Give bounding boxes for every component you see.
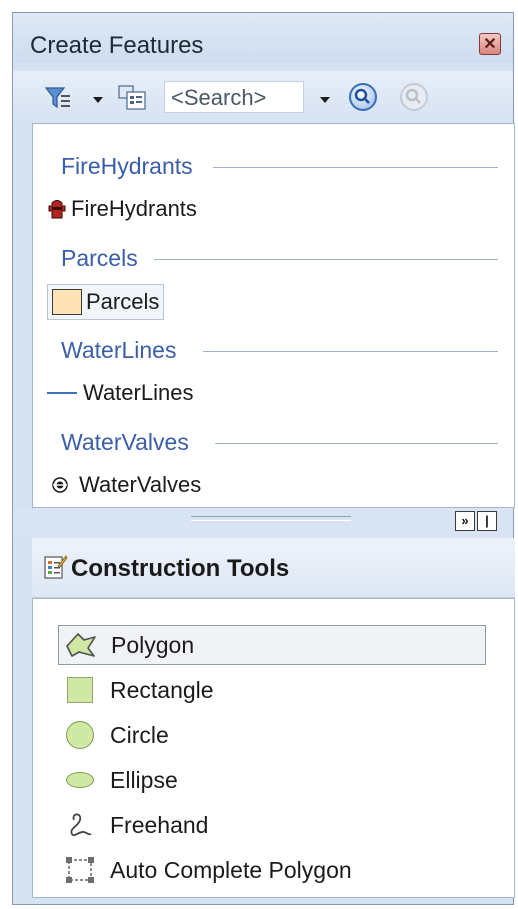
clear-search-icon bbox=[405, 88, 421, 104]
construction-tools-list: Polygon Rectangle Circle Ellipse Freehan… bbox=[32, 598, 515, 898]
template-waterlines[interactable]: WaterLines bbox=[47, 376, 193, 410]
tool-ellipse[interactable]: Ellipse bbox=[58, 760, 486, 800]
search-dropdown-chevron-down-icon[interactable] bbox=[320, 97, 330, 103]
window-title: Create Features bbox=[30, 32, 204, 59]
toolbar: <Search> bbox=[13, 71, 513, 123]
title-bar: Create Features ✕ bbox=[13, 13, 513, 63]
freehand-tool-icon bbox=[62, 809, 98, 841]
group-divider bbox=[154, 259, 498, 260]
feature-templates-list: FireHydrants FireHydrants Parcels Parcel… bbox=[32, 123, 515, 508]
rectangle-tool-icon bbox=[62, 674, 98, 706]
group-label: WaterLines bbox=[61, 337, 187, 364]
group-label: WaterValves bbox=[61, 429, 199, 456]
line-symbol-icon bbox=[47, 392, 77, 394]
search-icon bbox=[354, 88, 370, 104]
create-features-window: Create Features ✕ <Search> FireHydrants … bbox=[12, 12, 515, 905]
pane-toggle-icon: | bbox=[485, 513, 489, 528]
template-parcels[interactable]: Parcels bbox=[47, 284, 165, 320]
tool-rectangle[interactable]: Rectangle bbox=[58, 670, 486, 710]
filter-dropdown-chevron-down-icon[interactable] bbox=[93, 97, 103, 103]
double-chevron-down-icon: » bbox=[461, 513, 469, 528]
group-header-waterlines: WaterLines bbox=[33, 337, 514, 367]
construction-tools-title: Construction Tools bbox=[71, 555, 290, 582]
valve-point-icon bbox=[51, 476, 69, 494]
clear-search-button[interactable] bbox=[400, 83, 428, 111]
close-icon: ✕ bbox=[483, 36, 497, 53]
tool-label: Circle bbox=[110, 721, 169, 748]
group-divider bbox=[213, 167, 498, 168]
tool-label: Ellipse bbox=[110, 766, 178, 793]
organize-templates-icon[interactable] bbox=[118, 85, 148, 116]
pane-toggle-button[interactable]: | bbox=[477, 511, 497, 531]
tool-label: Rectangle bbox=[110, 676, 214, 703]
parcel-polygon-icon bbox=[52, 289, 82, 315]
construction-tools-icon bbox=[44, 554, 68, 580]
group-header-firehydrants: FireHydrants bbox=[33, 153, 514, 183]
template-firehydrants[interactable]: FireHydrants bbox=[47, 192, 197, 226]
group-label: Parcels bbox=[61, 245, 148, 272]
tool-label: Auto Complete Polygon bbox=[110, 856, 352, 883]
collapse-button[interactable]: » bbox=[455, 511, 475, 531]
pane-splitter[interactable]: » | bbox=[13, 508, 513, 538]
close-button[interactable]: ✕ bbox=[479, 33, 501, 55]
polygon-tool-icon bbox=[63, 629, 99, 661]
fire-hydrant-icon bbox=[47, 198, 67, 220]
template-label: Parcels bbox=[86, 289, 160, 314]
group-header-watervalves: WaterValves bbox=[33, 429, 514, 459]
template-watervalves[interactable]: WaterValves bbox=[47, 468, 201, 502]
group-header-parcels: Parcels bbox=[33, 245, 514, 275]
group-label: FireHydrants bbox=[61, 153, 203, 180]
auto-complete-polygon-icon bbox=[62, 854, 98, 886]
ellipse-tool-icon bbox=[62, 764, 98, 796]
splitter-grip[interactable] bbox=[191, 516, 351, 521]
tool-circle[interactable]: Circle bbox=[58, 715, 486, 755]
filter-icon[interactable] bbox=[44, 85, 72, 116]
template-label: FireHydrants bbox=[71, 196, 197, 221]
search-input[interactable]: <Search> bbox=[164, 81, 304, 113]
template-label: WaterLines bbox=[83, 380, 194, 405]
tool-auto-complete-polygon[interactable]: Auto Complete Polygon bbox=[58, 850, 486, 890]
tool-label: Freehand bbox=[110, 811, 209, 838]
template-label: WaterValves bbox=[79, 472, 202, 497]
circle-tool-icon bbox=[62, 719, 98, 751]
tool-freehand[interactable]: Freehand bbox=[58, 805, 486, 845]
group-divider bbox=[215, 443, 498, 444]
group-divider bbox=[203, 351, 498, 352]
construction-tools-header: Construction Tools bbox=[32, 538, 515, 598]
tool-label: Polygon bbox=[111, 631, 195, 658]
tool-polygon[interactable]: Polygon bbox=[58, 625, 486, 665]
search-button[interactable] bbox=[349, 83, 377, 111]
